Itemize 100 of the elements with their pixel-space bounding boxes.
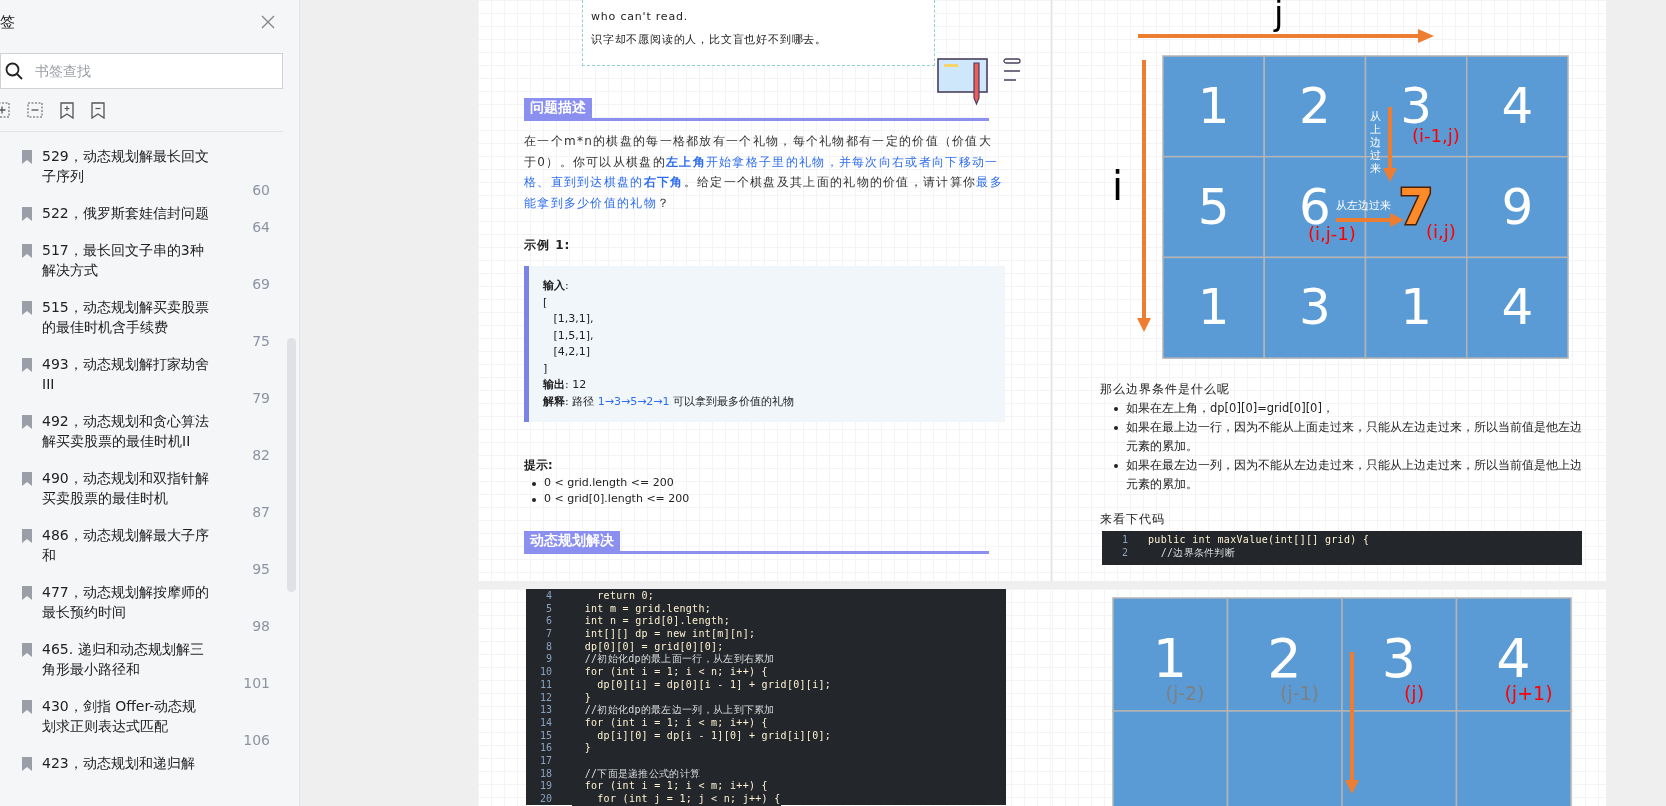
bullet-item: 如果在最左边一列，因为不能从左边走过来，只能从上边走过来，所以当前值是他上边元素的累加。: [1126, 457, 1583, 493]
code-line: //边界条件判断: [1159, 546, 1236, 560]
bookmark-icon: [22, 415, 32, 429]
bookmark-item[interactable]: 423，动态规划和递归解: [0, 753, 270, 790]
code-line: //下面是递推公式的计算: [583, 767, 701, 781]
bookmark-item[interactable]: 477，动态规划解按摩师的最长预约时间 98: [0, 582, 270, 639]
add-bookmark-icon[interactable]: [60, 101, 74, 119]
bookmark-title: 492，动态规划和贪心算法解买卖股票的最佳时机II: [42, 412, 210, 451]
bookmark-title: 423，动态规划和递归解: [42, 754, 196, 773]
code-line: //初始化dp的最左边一列，从上到下累加: [583, 704, 775, 717]
bookmark-icon: [22, 643, 32, 657]
bookmark-icon: [22, 700, 32, 714]
bookmark-title: 490，动态规划和双指针解买卖股票的最佳时机: [42, 469, 210, 508]
bullet-dot: [1114, 464, 1118, 468]
bookmark-title: 522，俄罗斯套娃信封问题: [42, 204, 210, 223]
line-number: 5: [544, 602, 552, 616]
bookmark-title: 430，剑指 Offer-动态规划求正则表达式匹配: [42, 697, 198, 736]
bookmark-item[interactable]: 493，动态规划解打家劫舍III 79: [0, 354, 270, 411]
page-number: 95: [252, 561, 270, 577]
cell-number: 1: [1400, 278, 1433, 337]
search-field[interactable]: 书签查找: [0, 53, 283, 89]
line-number: 18: [538, 767, 552, 781]
quote-text: who can't read.: [591, 10, 690, 23]
quote-text: 识字却不愿阅读的人，比文盲也好不到哪去。: [591, 32, 828, 47]
cell-number: 5: [1197, 177, 1230, 236]
bullet-item: 如果在左上角，dp[0][0]=grid[0][0]，: [1126, 400, 1334, 417]
line-number: 9: [544, 653, 552, 667]
example-line: [: [543, 294, 549, 311]
bookmark-icon: [22, 757, 32, 771]
line-number: 14: [538, 716, 552, 730]
bookmark-icon: [22, 472, 32, 486]
bookmark-item[interactable]: 490，动态规划和双指针解买卖股票的最佳时机 87: [0, 468, 270, 525]
example-heading: 示例 1:: [524, 237, 572, 254]
bookmark-item[interactable]: 529，动态规划解最长回文子序列 60: [0, 146, 270, 203]
bookmark-icon: [22, 244, 32, 258]
page-number: 75: [252, 333, 270, 349]
hint-item: 0 < grid[0].length <= 200: [544, 491, 690, 507]
bookmark-item[interactable]: 515，动态规划解买卖股票的最佳时机含手续费 75: [0, 297, 270, 354]
bookmark-icon: [22, 358, 32, 372]
arrow-label: 从左边过来: [1336, 199, 1391, 212]
line-number: 4: [544, 590, 552, 603]
example-line: [4,2,1]: [552, 344, 592, 360]
cell-number: 3: [1298, 278, 1331, 337]
arrow-label: 从上边过来: [1370, 110, 1381, 175]
close-icon[interactable]: [261, 15, 275, 29]
example-line: [1,5,1],: [552, 327, 595, 344]
hint-item: 0 < grid.length <= 200: [544, 475, 674, 491]
bullet-dot: [532, 498, 536, 502]
page-number: 64: [252, 219, 270, 235]
axis-label: i: [1112, 163, 1124, 209]
bookmark-item[interactable]: 492，动态规划和贪心算法解买卖股票的最佳时机II 82: [0, 411, 270, 468]
example-line: ]: [543, 360, 549, 377]
bookmark-item[interactable]: 430，剑指 Offer-动态规划求正则表达式匹配 106: [0, 696, 270, 753]
page-number: 101: [243, 675, 270, 691]
cell-number: 2: [1298, 77, 1331, 135]
line-number: 19: [538, 780, 552, 793]
paragraph: 来看下代码: [1100, 512, 1166, 527]
page-number: 98: [252, 618, 270, 634]
line-number: 10: [538, 666, 552, 679]
hints-heading: 提示:: [524, 458, 554, 473]
page-number: 69: [252, 276, 270, 292]
paragraph: 那么边界条件是什么呢: [1100, 382, 1231, 397]
line-number: 20: [538, 793, 552, 806]
code-line: //初始化dp的最上面一行，从左到右累加: [583, 653, 775, 667]
bookmark-item[interactable]: 465. 递归和动态规划解三角形最小路径和 101: [0, 639, 270, 696]
bookmark-item[interactable]: 522，俄罗斯套娃信封问题 64: [0, 203, 270, 240]
cell-number: 1: [1197, 278, 1230, 337]
cell-label: (i,j): [1426, 221, 1456, 242]
section-heading: 问题描述: [524, 98, 592, 118]
line-number: 6: [544, 615, 552, 629]
line-number: 1: [1120, 534, 1128, 547]
line-number: 16: [538, 742, 552, 755]
bullet-dot: [532, 482, 536, 486]
bookmark-title: 493，动态规划解打家劫舍III: [42, 355, 210, 394]
cell-number: 4: [1501, 77, 1534, 135]
line-number: 2: [1120, 546, 1128, 560]
page-number: 79: [252, 390, 270, 406]
bookmark-title: 515，动态规划解买卖股票的最佳时机含手续费: [42, 298, 210, 337]
cell-number: 4: [1501, 278, 1534, 337]
page-number: 106: [243, 732, 270, 748]
bookmark-icon: [22, 301, 32, 315]
remove-bookmark-icon[interactable]: [91, 101, 105, 119]
example-line: 输出: 12: [543, 377, 588, 393]
search-icon: [5, 62, 23, 80]
bookmark-icon: [22, 150, 32, 164]
bookmark-title: 529，动态规划解最长回文子序列: [42, 147, 210, 186]
bookmark-title: 486，动态规划解最大子序和: [42, 526, 210, 565]
line-number: 7: [544, 628, 552, 641]
line-number: 12: [538, 691, 552, 705]
page-number: 82: [252, 447, 270, 463]
bookmark-item[interactable]: 517，最长回文子串的3种解决方式 69: [0, 240, 270, 297]
page-number: 87: [252, 504, 270, 520]
collapse-all-icon[interactable]: [27, 102, 43, 118]
example-line: 解释: 路径 1→3→5→2→1 可以拿到最多价值的礼物: [543, 393, 796, 410]
bookmark-item[interactable]: 486，动态规划解最大子序和 95: [0, 525, 270, 582]
section-heading: 动态规划解决: [524, 531, 620, 551]
page-number: 60: [252, 182, 270, 198]
line-number: 8: [544, 640, 552, 654]
bookmark-title: 477，动态规划解按摩师的最长预约时间: [42, 583, 210, 622]
cell-number: 1: [1197, 77, 1230, 135]
